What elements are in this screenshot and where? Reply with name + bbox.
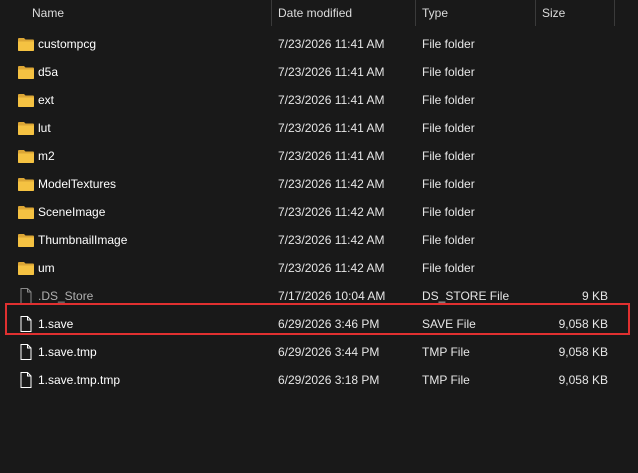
file-type: File folder	[422, 261, 475, 275]
file-date-modified: 7/23/2026 11:42 AM	[278, 205, 385, 219]
file-type: File folder	[422, 205, 475, 219]
file-row-6[interactable]: SceneImage 7/23/2026 11:42 AM File folde…	[0, 198, 638, 226]
file-name: m2	[38, 149, 55, 163]
file-row-1[interactable]: d5a 7/23/2026 11:41 AM File folder	[0, 58, 638, 86]
column-header-size-label: Size	[542, 6, 566, 20]
file-name: 1.save	[38, 317, 74, 331]
file-date-modified: 7/23/2026 11:41 AM	[278, 37, 385, 51]
file-row-4[interactable]: m2 7/23/2026 11:41 AM File folder	[0, 142, 638, 170]
file-row-5[interactable]: ModelTextures 7/23/2026 11:42 AM File fo…	[0, 170, 638, 198]
file-icon	[18, 316, 34, 332]
file-explorer-list-view: Name ^ Date modified Type Size custompcg…	[0, 0, 638, 473]
file-date-modified: 7/23/2026 11:42 AM	[278, 233, 385, 247]
file-date-modified: 7/23/2026 11:42 AM	[278, 177, 385, 191]
file-size: 9,058 KB	[558, 373, 608, 387]
folder-icon	[18, 261, 34, 275]
file-date-modified: 6/29/2026 3:18 PM	[278, 373, 380, 387]
file-name: 1.save.tmp	[38, 345, 97, 359]
file-date-modified: 7/23/2026 11:41 AM	[278, 149, 385, 163]
folder-icon	[18, 93, 34, 107]
file-name: SceneImage	[38, 205, 106, 219]
folder-icon	[18, 177, 34, 191]
folder-icon	[18, 37, 34, 51]
file-row-9[interactable]: .DS_Store 7/17/2026 10:04 AM DS_STORE Fi…	[0, 282, 638, 310]
file-name: ext	[38, 93, 55, 107]
file-type: File folder	[422, 233, 475, 247]
file-type: File folder	[422, 65, 475, 79]
folder-icon	[18, 121, 34, 135]
folder-icon	[18, 149, 34, 163]
file-type: File folder	[422, 37, 475, 51]
file-name: um	[38, 261, 55, 275]
file-type: TMP File	[422, 345, 470, 359]
file-type: File folder	[422, 177, 475, 191]
column-header-bar: Name ^ Date modified Type Size	[0, 0, 638, 26]
file-date-modified: 6/29/2026 3:46 PM	[278, 317, 380, 331]
file-date-modified: 7/23/2026 11:41 AM	[278, 121, 385, 135]
sort-ascending-icon: ^	[167, 0, 172, 3]
file-date-modified: 7/23/2026 11:41 AM	[278, 65, 385, 79]
file-row-12[interactable]: 1.save.tmp.tmp 6/29/2026 3:18 PM TMP Fil…	[0, 366, 638, 394]
file-name: ModelTextures	[38, 177, 117, 191]
folder-icon	[18, 233, 34, 247]
column-header-size[interactable]: Size	[536, 0, 615, 26]
file-row-8[interactable]: um 7/23/2026 11:42 AM File folder	[0, 254, 638, 282]
column-header-type[interactable]: Type	[416, 0, 536, 26]
file-type: File folder	[422, 149, 475, 163]
column-header-name[interactable]: Name ^	[26, 0, 272, 26]
file-row-11[interactable]: 1.save.tmp 6/29/2026 3:44 PM TMP File 9,…	[0, 338, 638, 366]
file-list: custompcg 7/23/2026 11:41 AM File folder…	[0, 30, 638, 394]
column-header-type-label: Type	[422, 6, 449, 20]
file-size: 9,058 KB	[558, 345, 608, 359]
file-type: File folder	[422, 121, 475, 135]
folder-icon	[18, 65, 34, 79]
file-size: 9 KB	[581, 289, 608, 303]
hidden-file-icon	[18, 288, 34, 304]
file-name: .DS_Store	[38, 289, 94, 303]
file-icon	[18, 372, 34, 388]
file-name: 1.save.tmp.tmp	[38, 373, 121, 387]
column-header-date-label: Date modified	[278, 6, 353, 20]
file-row-10[interactable]: 1.save 6/29/2026 3:46 PM SAVE File 9,058…	[0, 310, 638, 338]
file-type: TMP File	[422, 373, 470, 387]
column-header-date-modified[interactable]: Date modified	[272, 0, 416, 26]
file-row-2[interactable]: ext 7/23/2026 11:41 AM File folder	[0, 86, 638, 114]
file-date-modified: 7/23/2026 11:41 AM	[278, 93, 385, 107]
file-date-modified: 7/17/2026 10:04 AM	[278, 289, 386, 303]
file-row-7[interactable]: ThumbnailImage 7/23/2026 11:42 AM File f…	[0, 226, 638, 254]
file-name: d5a	[38, 65, 59, 79]
column-header-name-label: Name	[32, 6, 65, 20]
file-size: 9,058 KB	[558, 317, 608, 331]
file-date-modified: 7/23/2026 11:42 AM	[278, 261, 385, 275]
file-row-0[interactable]: custompcg 7/23/2026 11:41 AM File folder	[0, 30, 638, 58]
file-name: ThumbnailImage	[38, 233, 128, 247]
file-date-modified: 6/29/2026 3:44 PM	[278, 345, 380, 359]
file-type: DS_STORE File	[422, 289, 510, 303]
file-row-3[interactable]: lut 7/23/2026 11:41 AM File folder	[0, 114, 638, 142]
file-icon	[18, 344, 34, 360]
file-name: lut	[38, 121, 51, 135]
file-type: SAVE File	[422, 317, 476, 331]
folder-icon	[18, 205, 34, 219]
file-type: File folder	[422, 93, 475, 107]
file-name: custompcg	[38, 37, 97, 51]
